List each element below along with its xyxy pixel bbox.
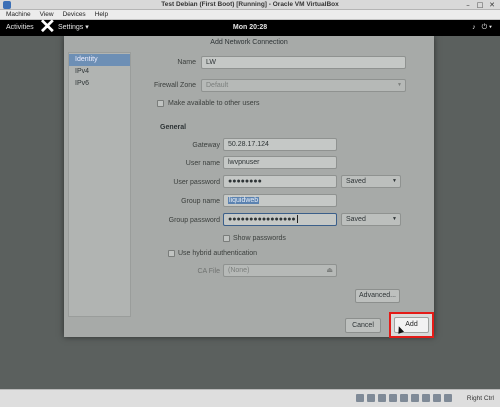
close-icon[interactable]: ✕ [488, 1, 496, 9]
gateway-label: Gateway [192, 142, 220, 149]
group-password-value: ●●●●●●●●●●●●●●●● [228, 216, 296, 223]
group-password-label: Group password [168, 217, 220, 224]
app-menu-settings[interactable]: Settings ▾ [58, 20, 89, 36]
hybrid-auth-checkbox[interactable] [168, 250, 175, 257]
firewall-zone-label: Firewall Zone [153, 82, 196, 89]
shared-folders-icon[interactable] [411, 394, 419, 402]
gateway-value: 50.28.17.124 [228, 141, 269, 148]
add-network-connection-dialog: Add Network Connection Identity IPv4 IPv… [64, 36, 434, 337]
chevron-down-icon: ▼ [392, 178, 397, 184]
volume-icon[interactable]: ♪ [472, 20, 476, 36]
hybrid-auth-label: Use hybrid authentication [178, 250, 257, 257]
audio-icon[interactable] [378, 394, 386, 402]
group-name-input[interactable]: liquidweb [223, 194, 337, 207]
user-password-storage-select[interactable]: Saved ▼ [341, 175, 401, 188]
window-title: Test Debian (First Boot) [Running] - Ora… [161, 1, 339, 8]
ca-file-value: (None) [228, 267, 250, 274]
sidebar-item-ipv6[interactable]: IPv6 [69, 78, 130, 90]
host-key-label: Right Ctrl [466, 395, 494, 402]
display-icon[interactable] [422, 394, 430, 402]
name-input[interactable]: LW [201, 56, 406, 69]
group-password-storage-select[interactable]: Saved ▼ [341, 213, 401, 226]
show-passwords-checkbox[interactable] [223, 235, 230, 242]
firewall-zone-value: Default [206, 82, 229, 89]
usb-icon[interactable] [400, 394, 408, 402]
add-button-highlight: Add [389, 312, 434, 338]
chevron-down-icon: ▼ [397, 82, 402, 88]
vbox-statusbar: Right Ctrl [0, 389, 500, 407]
firewall-zone-select[interactable]: Default ▼ [201, 79, 406, 92]
maximize-icon[interactable]: □ [476, 1, 484, 9]
cancel-button[interactable]: Cancel [345, 318, 381, 333]
user-password-input[interactable]: ●●●●●●●● [223, 175, 337, 188]
username-label: User name [185, 160, 220, 167]
x-logo-icon: ✕ [39, 16, 56, 38]
vbox-menubar: Machine View Devices Help [0, 10, 500, 20]
make-available-label: Make available to other users [168, 100, 260, 107]
menu-help[interactable]: Help [95, 11, 108, 18]
group-name-value: liquidweb [228, 197, 260, 204]
show-passwords-label: Show passwords [233, 235, 286, 242]
minimize-icon[interactable]: – [464, 1, 472, 9]
make-available-checkbox[interactable] [157, 100, 164, 107]
hard-disk-icon[interactable] [356, 394, 364, 402]
chevron-down-icon: ▼ [392, 216, 397, 222]
username-value: lwvpnuser [228, 159, 260, 166]
ca-file-chooser[interactable]: (None) ⏏ [223, 264, 337, 277]
status-icons [356, 394, 452, 402]
text-caret [296, 215, 298, 224]
gnome-top-bar: Mon 20:28 Activities ✕ Settings ▾ ♪ ⏻ ▾ [0, 16, 500, 38]
mouse-integration-icon[interactable] [444, 394, 452, 402]
activities-button[interactable]: Activities [6, 20, 34, 36]
group-name-label: Group name [181, 198, 220, 205]
recording-icon[interactable] [433, 394, 441, 402]
sidebar-item-identity[interactable]: Identity [69, 54, 130, 66]
folder-open-icon: ⏏ [326, 267, 333, 274]
settings-sidebar: Identity IPv4 IPv6 [68, 52, 131, 317]
group-password-input[interactable]: ●●●●●●●●●●●●●●●● [223, 213, 337, 226]
window-controls: – □ ✕ [464, 1, 496, 9]
power-menu-icon[interactable]: ⏻ ▾ [482, 20, 492, 36]
vbox-titlebar: Test Debian (First Boot) [Running] - Ora… [0, 0, 500, 10]
username-input[interactable]: lwvpnuser [223, 156, 337, 169]
user-password-label: User password [173, 179, 220, 186]
dialog-title: Add Network Connection [210, 39, 288, 46]
advanced-button[interactable]: Advanced... [355, 289, 400, 303]
sidebar-item-ipv4[interactable]: IPv4 [69, 66, 130, 78]
network-icon[interactable] [389, 394, 397, 402]
ca-file-label: CA File [197, 268, 220, 275]
optical-drive-icon[interactable] [367, 394, 375, 402]
menu-machine[interactable]: Machine [6, 11, 31, 18]
virtualbox-app-icon [3, 1, 11, 9]
gateway-input[interactable]: 50.28.17.124 [223, 138, 337, 151]
user-password-value: ●●●●●●●● [228, 178, 262, 185]
user-password-storage-value: Saved [346, 178, 366, 185]
general-section-header: General [160, 124, 187, 131]
menu-devices[interactable]: Devices [63, 11, 86, 18]
name-value: LW [206, 59, 216, 66]
group-password-storage-value: Saved [346, 216, 366, 223]
name-label: Name [177, 59, 196, 66]
system-tray[interactable]: ♪ ⏻ ▾ [472, 20, 492, 36]
